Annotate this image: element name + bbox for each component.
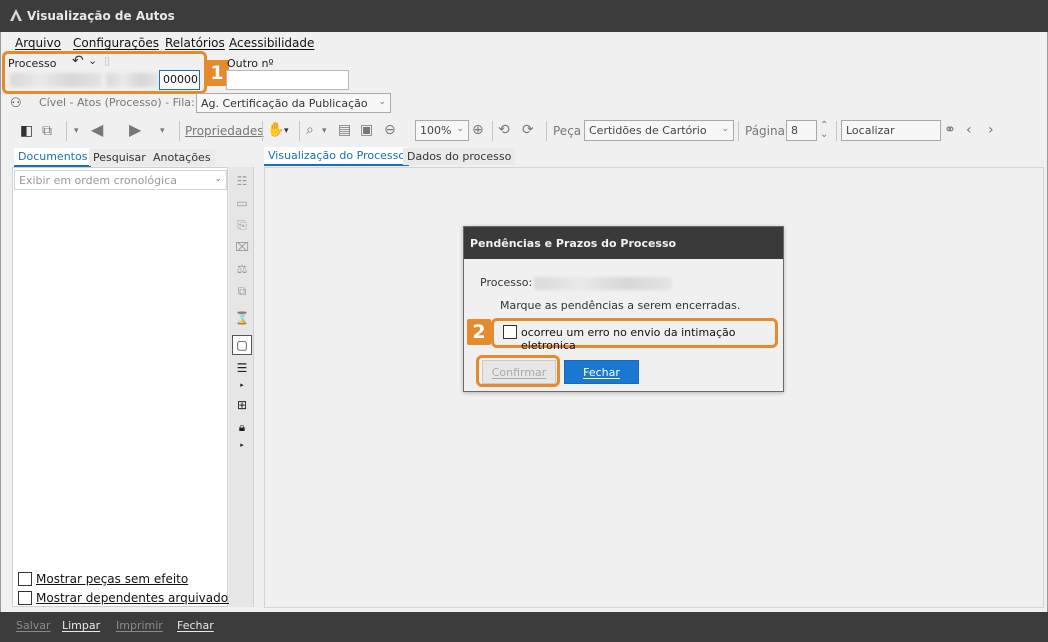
tab-anotacoes[interactable]: Anotações: [149, 149, 215, 166]
show-voided-pieces-label: Mostrar peças sem efeito: [36, 572, 189, 586]
piece-select[interactable]: Certidões de Cartório ⌄: [584, 120, 734, 141]
properties-button[interactable]: Propriedades: [185, 124, 264, 138]
search-placeholder: Localizar: [846, 124, 895, 137]
queue-select[interactable]: Ag. Certificação da Publicação ⌄: [196, 93, 391, 113]
next-icon[interactable]: ▶: [129, 121, 141, 139]
pending-option-label: ocorreu um erro no envio da intimação el…: [521, 326, 736, 352]
menu-arquivo[interactable]: Arquivo: [15, 36, 61, 50]
hand-tool-icon[interactable]: ✋: [267, 121, 284, 139]
close-app-button[interactable]: Fechar: [177, 619, 214, 632]
dropdown-icon[interactable]: ▾: [74, 122, 79, 140]
page-label: Página: [745, 124, 785, 138]
chevron-down-icon: ⌄: [456, 124, 464, 134]
dropdown-icon[interactable]: ▾: [322, 122, 327, 140]
close-button[interactable]: Fechar: [564, 360, 639, 384]
chevron-down-icon: ⌄: [378, 97, 386, 107]
rotate-right-icon[interactable]: ⟳: [522, 121, 534, 139]
expand-arrow-icon[interactable]: ▸: [233, 436, 251, 454]
toolbar-separator: [179, 121, 180, 141]
zoom-select[interactable]: 100% ⌄: [415, 120, 469, 141]
add-note-icon[interactable]: ⊞: [233, 396, 251, 414]
dropdown-icon[interactable]: ▾: [284, 122, 289, 140]
tab-pesquisar[interactable]: Pesquisar: [89, 149, 150, 166]
confirm-button[interactable]: Confirmar: [482, 360, 556, 384]
toolbar-separator: [66, 121, 67, 141]
menu-acessibilidade[interactable]: Acessibilidade: [229, 36, 314, 50]
piece-select-value: Certidões de Cartório: [589, 124, 707, 137]
documents-panel: [12, 167, 228, 607]
expand-arrow-icon[interactable]: ▸: [233, 376, 251, 394]
folder-icon[interactable]: ▭: [233, 194, 251, 212]
search-input[interactable]: Localizar: [841, 120, 941, 141]
dialog-process-label: Processo:: [480, 276, 533, 289]
document-view-icon[interactable]: ◧: [20, 122, 33, 140]
toolbar-separator: [492, 121, 493, 141]
zoom-tool-icon[interactable]: ⌕: [306, 121, 314, 139]
document-remove-icon[interactable]: ⌧: [233, 238, 251, 256]
page-stepper-icon[interactable]: ⌃ ⌄: [820, 121, 828, 140]
dialog-title: Pendências e Prazos do Processo: [464, 227, 783, 259]
toolbar-separator: [836, 121, 837, 141]
history-icon[interactable]: ⌛: [233, 309, 251, 327]
rotate-left-icon[interactable]: ⟲: [498, 121, 510, 139]
fit-width-icon[interactable]: ▤: [338, 121, 351, 139]
document-search-icon[interactable]: ⎘: [233, 216, 251, 234]
toolbar-separator: [262, 121, 263, 141]
list-edit-icon[interactable]: ☰: [233, 359, 251, 377]
callout-1-frame: [2, 51, 207, 94]
print-button[interactable]: Imprimir: [116, 619, 163, 632]
search-previous-icon[interactable]: ‹: [966, 121, 972, 139]
app-logo-icon: [10, 9, 22, 21]
chevron-down-icon: ⌄: [214, 174, 222, 184]
tab-visualizacao-processo[interactable]: Visualização do Processo: [264, 147, 410, 166]
previous-icon[interactable]: ◀: [91, 121, 103, 139]
other-number-input[interactable]: [226, 70, 349, 90]
show-archived-dependents-label: Mostrar dependentes arquivados: [36, 591, 235, 605]
binoculars-icon[interactable]: ⚭: [944, 121, 956, 139]
fit-page-icon[interactable]: ▣: [360, 121, 373, 139]
page-input[interactable]: 8: [786, 120, 817, 141]
dropdown-icon[interactable]: ▾: [160, 122, 165, 140]
queue-select-value: Ag. Certificação da Publicação: [201, 97, 368, 110]
piece-label: Peça: [553, 124, 582, 138]
toolbar-separator: [738, 121, 739, 141]
tab-dados-processo[interactable]: Dados do processo: [403, 148, 516, 165]
toolbar-separator: [546, 121, 547, 141]
search-next-icon[interactable]: ›: [988, 121, 994, 139]
note-icon[interactable]: ▢: [232, 335, 252, 355]
zoom-out-icon[interactable]: ⊖: [384, 121, 396, 139]
show-voided-pieces-checkbox[interactable]: [18, 572, 32, 586]
copy-documents-icon[interactable]: ⧉: [233, 282, 251, 300]
dialog-process-number-redacted: [534, 277, 672, 290]
menu-relatorios[interactable]: Relatórios: [165, 36, 225, 50]
show-archived-dependents-checkbox[interactable]: [18, 591, 32, 605]
save-button[interactable]: Salvar: [16, 619, 51, 632]
queue-text: Cível - Atos (Processo) - Fila:: [39, 96, 195, 109]
zoom-value: 100%: [420, 124, 452, 137]
dialog-instruction: Marque as pendências a serem encerradas.: [500, 299, 741, 312]
chevron-down-icon: ⌄: [721, 124, 729, 134]
tab-documentos[interactable]: Documentos: [14, 148, 92, 167]
pending-option-checkbox[interactable]: [503, 325, 517, 339]
order-select[interactable]: Exibir em ordem cronológica ⌄: [14, 170, 227, 190]
queue-icon: ⚇: [10, 96, 22, 111]
other-number-label: Outro nº: [227, 57, 274, 70]
tree-icon[interactable]: ☷: [233, 172, 251, 190]
menu-configuracoes[interactable]: Configurações: [73, 36, 159, 50]
pending-deadlines-dialog: Pendências e Prazos do Processo Processo…: [463, 226, 784, 392]
toolbar-separator: [299, 121, 300, 141]
order-select-value: Exibir em ordem cronológica: [19, 174, 177, 187]
zoom-in-icon[interactable]: ⊕: [472, 121, 484, 139]
clear-button[interactable]: Limpar: [62, 619, 100, 632]
title-bar: Visualização de Autos: [0, 0, 1048, 32]
callout-2-badge: 2: [467, 319, 491, 345]
window-title: Visualização de Autos: [27, 9, 175, 23]
lock-icon[interactable]: 🔒︎: [233, 418, 251, 436]
copy-icon[interactable]: ⧉: [42, 122, 52, 140]
gavel-icon[interactable]: ⚖: [233, 260, 251, 278]
